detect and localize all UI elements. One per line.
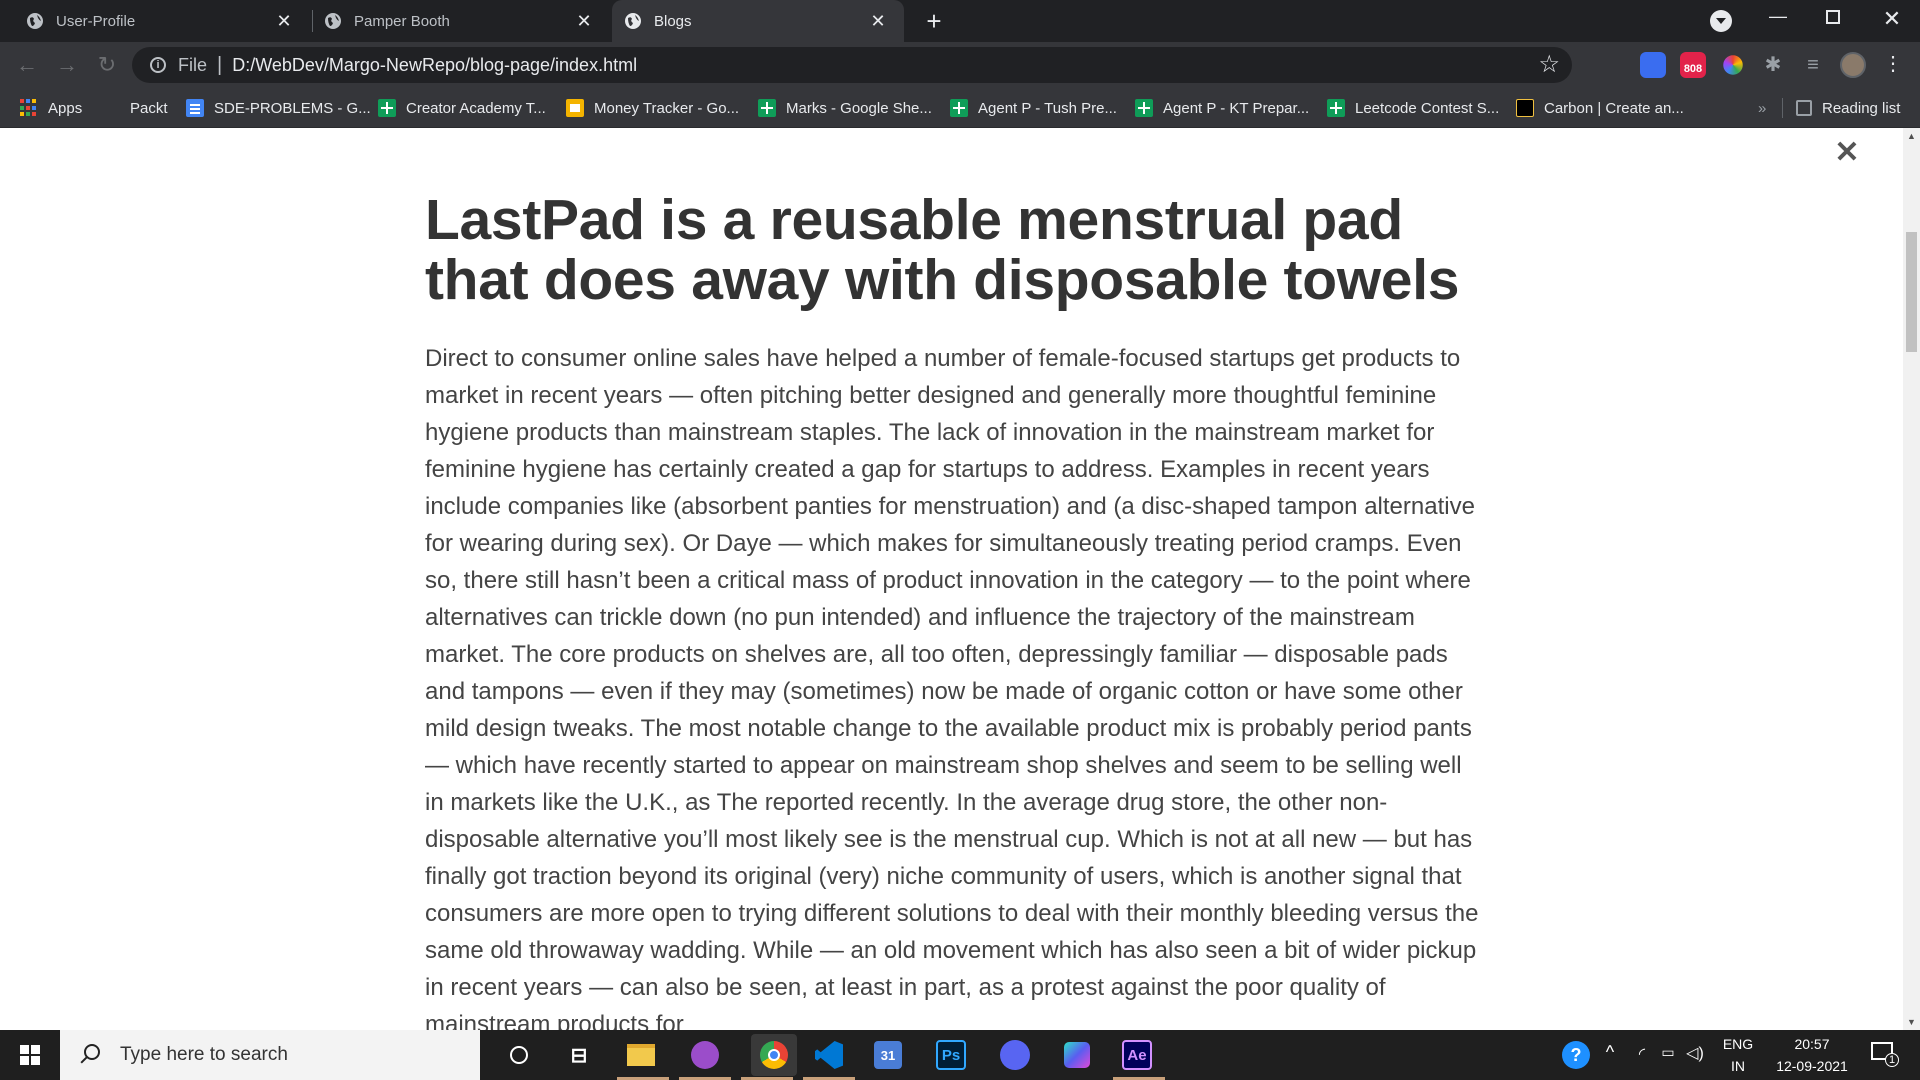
close-window-icon[interactable]: ✕	[1880, 6, 1904, 31]
calendar-icon[interactable]: 31	[874, 1041, 902, 1069]
bookmark-leetcode-contest[interactable]: Leetcode Contest S...	[1327, 96, 1499, 120]
url-scheme: File	[178, 54, 208, 75]
bookmark-sde-problems[interactable]: SDE-PROBLEMS - G...	[186, 96, 371, 120]
url-divider: |	[217, 53, 223, 76]
start-button[interactable]	[0, 1030, 60, 1080]
reading-list-icon	[1796, 100, 1812, 116]
forward-arrow-icon[interactable]: →	[52, 50, 82, 80]
vscode-icon[interactable]	[812, 1038, 846, 1072]
url-text[interactable]: D:/WebDev/Margo-NewRepo/blog-page/index.…	[232, 55, 637, 76]
carbon-icon	[1516, 99, 1534, 117]
bookmark-apps[interactable]: Apps	[20, 96, 82, 120]
bookmark-money-tracker[interactable]: Money Tracker - Go...	[566, 96, 739, 120]
scroll-down-arrow-icon[interactable]: ▼	[1906, 1016, 1917, 1028]
wifi-icon[interactable]: ◜	[1632, 1044, 1652, 1064]
globe-icon	[625, 13, 641, 29]
menu-kebab-icon[interactable]: ⋮	[1880, 52, 1906, 78]
docs-icon	[186, 99, 204, 117]
article-title: LastPad is a reusable menstrual pad that…	[425, 188, 1460, 312]
more-bookmarks-chevron-icon[interactable]: »	[1758, 96, 1766, 120]
search-placeholder: Type here to search	[120, 1044, 288, 1065]
close-tab-icon[interactable]: ✕	[866, 9, 890, 33]
bookmark-carbon[interactable]: Carbon | Create an...	[1516, 96, 1684, 120]
apps-grid-icon	[20, 99, 38, 117]
scrollbar-thumb[interactable]	[1906, 232, 1917, 352]
tab-pamper-booth[interactable]: Pamper Booth ✕	[314, 0, 610, 42]
sheets-icon	[378, 99, 396, 117]
chrome-icon[interactable]	[751, 1034, 797, 1076]
sheets-icon	[758, 99, 776, 117]
discord-icon[interactable]	[998, 1038, 1032, 1072]
clock[interactable]: 20:57 12-09-2021	[1764, 1036, 1860, 1074]
slides-icon	[566, 99, 584, 117]
taskbar-search[interactable]: Type here to search	[60, 1030, 480, 1080]
tab-strip: User-Profile ✕ Pamper Booth ✕ Blogs ✕ + …	[0, 0, 1920, 42]
bookmark-agent-p-kt[interactable]: Agent P - KT Prepar...	[1135, 96, 1309, 120]
bookmark-star-icon[interactable]: ☆	[1538, 50, 1560, 79]
info-icon[interactable]: i	[150, 57, 166, 73]
browser-toolbar: ← → ↻ i File | D:/WebDev/Margo-NewRepo/b…	[0, 42, 1920, 88]
close-article-icon[interactable]: ✕	[1834, 138, 1860, 168]
battery-icon[interactable]: ▭	[1656, 1044, 1680, 1061]
cortana-icon[interactable]	[502, 1038, 536, 1072]
tab-separator	[312, 10, 313, 32]
extensions-puzzle-icon[interactable]: ✱	[1760, 52, 1786, 78]
reading-list-button[interactable]: Reading list	[1796, 96, 1900, 120]
tab-title: Pamper Booth	[354, 12, 450, 30]
language-indicator[interactable]: ENG IN	[1714, 1036, 1762, 1074]
tab-title: User-Profile	[56, 12, 136, 30]
windows-logo-icon	[20, 1045, 40, 1065]
new-tab-plus-icon[interactable]: +	[920, 8, 948, 36]
bookmarks-bar: Apps Packt SDE-PROBLEMS - G... Creator A…	[0, 88, 1920, 128]
app-gradient-icon[interactable]	[1060, 1038, 1094, 1072]
notification-count-badge: 1	[1885, 1053, 1899, 1067]
github-desktop-icon[interactable]	[688, 1038, 722, 1072]
page-viewport: ✕ LastPad is a reusable menstrual pad th…	[0, 128, 1920, 1030]
profile-avatar[interactable]	[1840, 52, 1866, 78]
search-icon	[78, 1044, 100, 1066]
tab-user-profile[interactable]: User-Profile ✕	[0, 0, 310, 42]
after-effects-icon[interactable]: Ae	[1122, 1040, 1152, 1070]
globe-icon	[325, 13, 341, 29]
extension-808-icon[interactable]: 808	[1680, 52, 1706, 78]
close-tab-icon[interactable]: ✕	[572, 9, 596, 33]
volume-icon[interactable]: ◁)	[1684, 1043, 1706, 1063]
close-tab-icon[interactable]: ✕	[272, 9, 296, 33]
minimize-icon[interactable]: —	[1768, 6, 1788, 30]
back-arrow-icon[interactable]: ←	[12, 50, 42, 80]
notification-center-icon[interactable]: 1	[1868, 1042, 1899, 1068]
file-explorer-icon[interactable]	[624, 1038, 658, 1072]
task-view-icon[interactable]: ⊟	[562, 1038, 596, 1072]
bookmark-agent-p-tush[interactable]: Agent P - Tush Pre...	[950, 96, 1117, 120]
photoshop-icon[interactable]: Ps	[936, 1040, 966, 1070]
scroll-up-arrow-icon[interactable]: ▲	[1906, 130, 1917, 142]
sheets-icon	[1327, 99, 1345, 117]
article-body: Direct to consumer online sales have hel…	[425, 345, 1479, 1030]
show-hidden-icons-chevron-icon[interactable]: ^	[1600, 1042, 1620, 1063]
address-bar[interactable]: i File | D:/WebDev/Margo-NewRepo/blog-pa…	[132, 47, 1572, 83]
restore-icon[interactable]	[1826, 10, 1840, 24]
extension-messenger-icon[interactable]	[1640, 52, 1666, 78]
media-queue-icon[interactable]: ≡	[1800, 52, 1826, 78]
page-scrollbar[interactable]: ▲ ▼	[1903, 128, 1920, 1030]
tab-search-icon[interactable]	[1710, 10, 1732, 32]
sheets-icon	[950, 99, 968, 117]
bookmark-packt[interactable]: Packt	[130, 96, 168, 120]
globe-icon	[27, 13, 43, 29]
tab-blogs[interactable]: Blogs ✕	[612, 0, 904, 42]
bookmarks-divider	[1782, 98, 1783, 118]
blog-article: LastPad is a reusable menstrual pad that…	[425, 190, 1485, 1030]
extension-color-picker-icon[interactable]	[1723, 55, 1743, 75]
bookmark-creator-academy[interactable]: Creator Academy T...	[378, 96, 546, 120]
bookmark-marks[interactable]: Marks - Google She...	[758, 96, 932, 120]
help-icon[interactable]: ?	[1562, 1041, 1590, 1069]
tab-title: Blogs	[654, 12, 692, 30]
sheets-icon	[1135, 99, 1153, 117]
reload-icon[interactable]: ↻	[92, 50, 122, 80]
windows-taskbar: Type here to search ⊟ 31 Ps Ae ? ^ ◜ ▭ ◁…	[0, 1030, 1920, 1080]
